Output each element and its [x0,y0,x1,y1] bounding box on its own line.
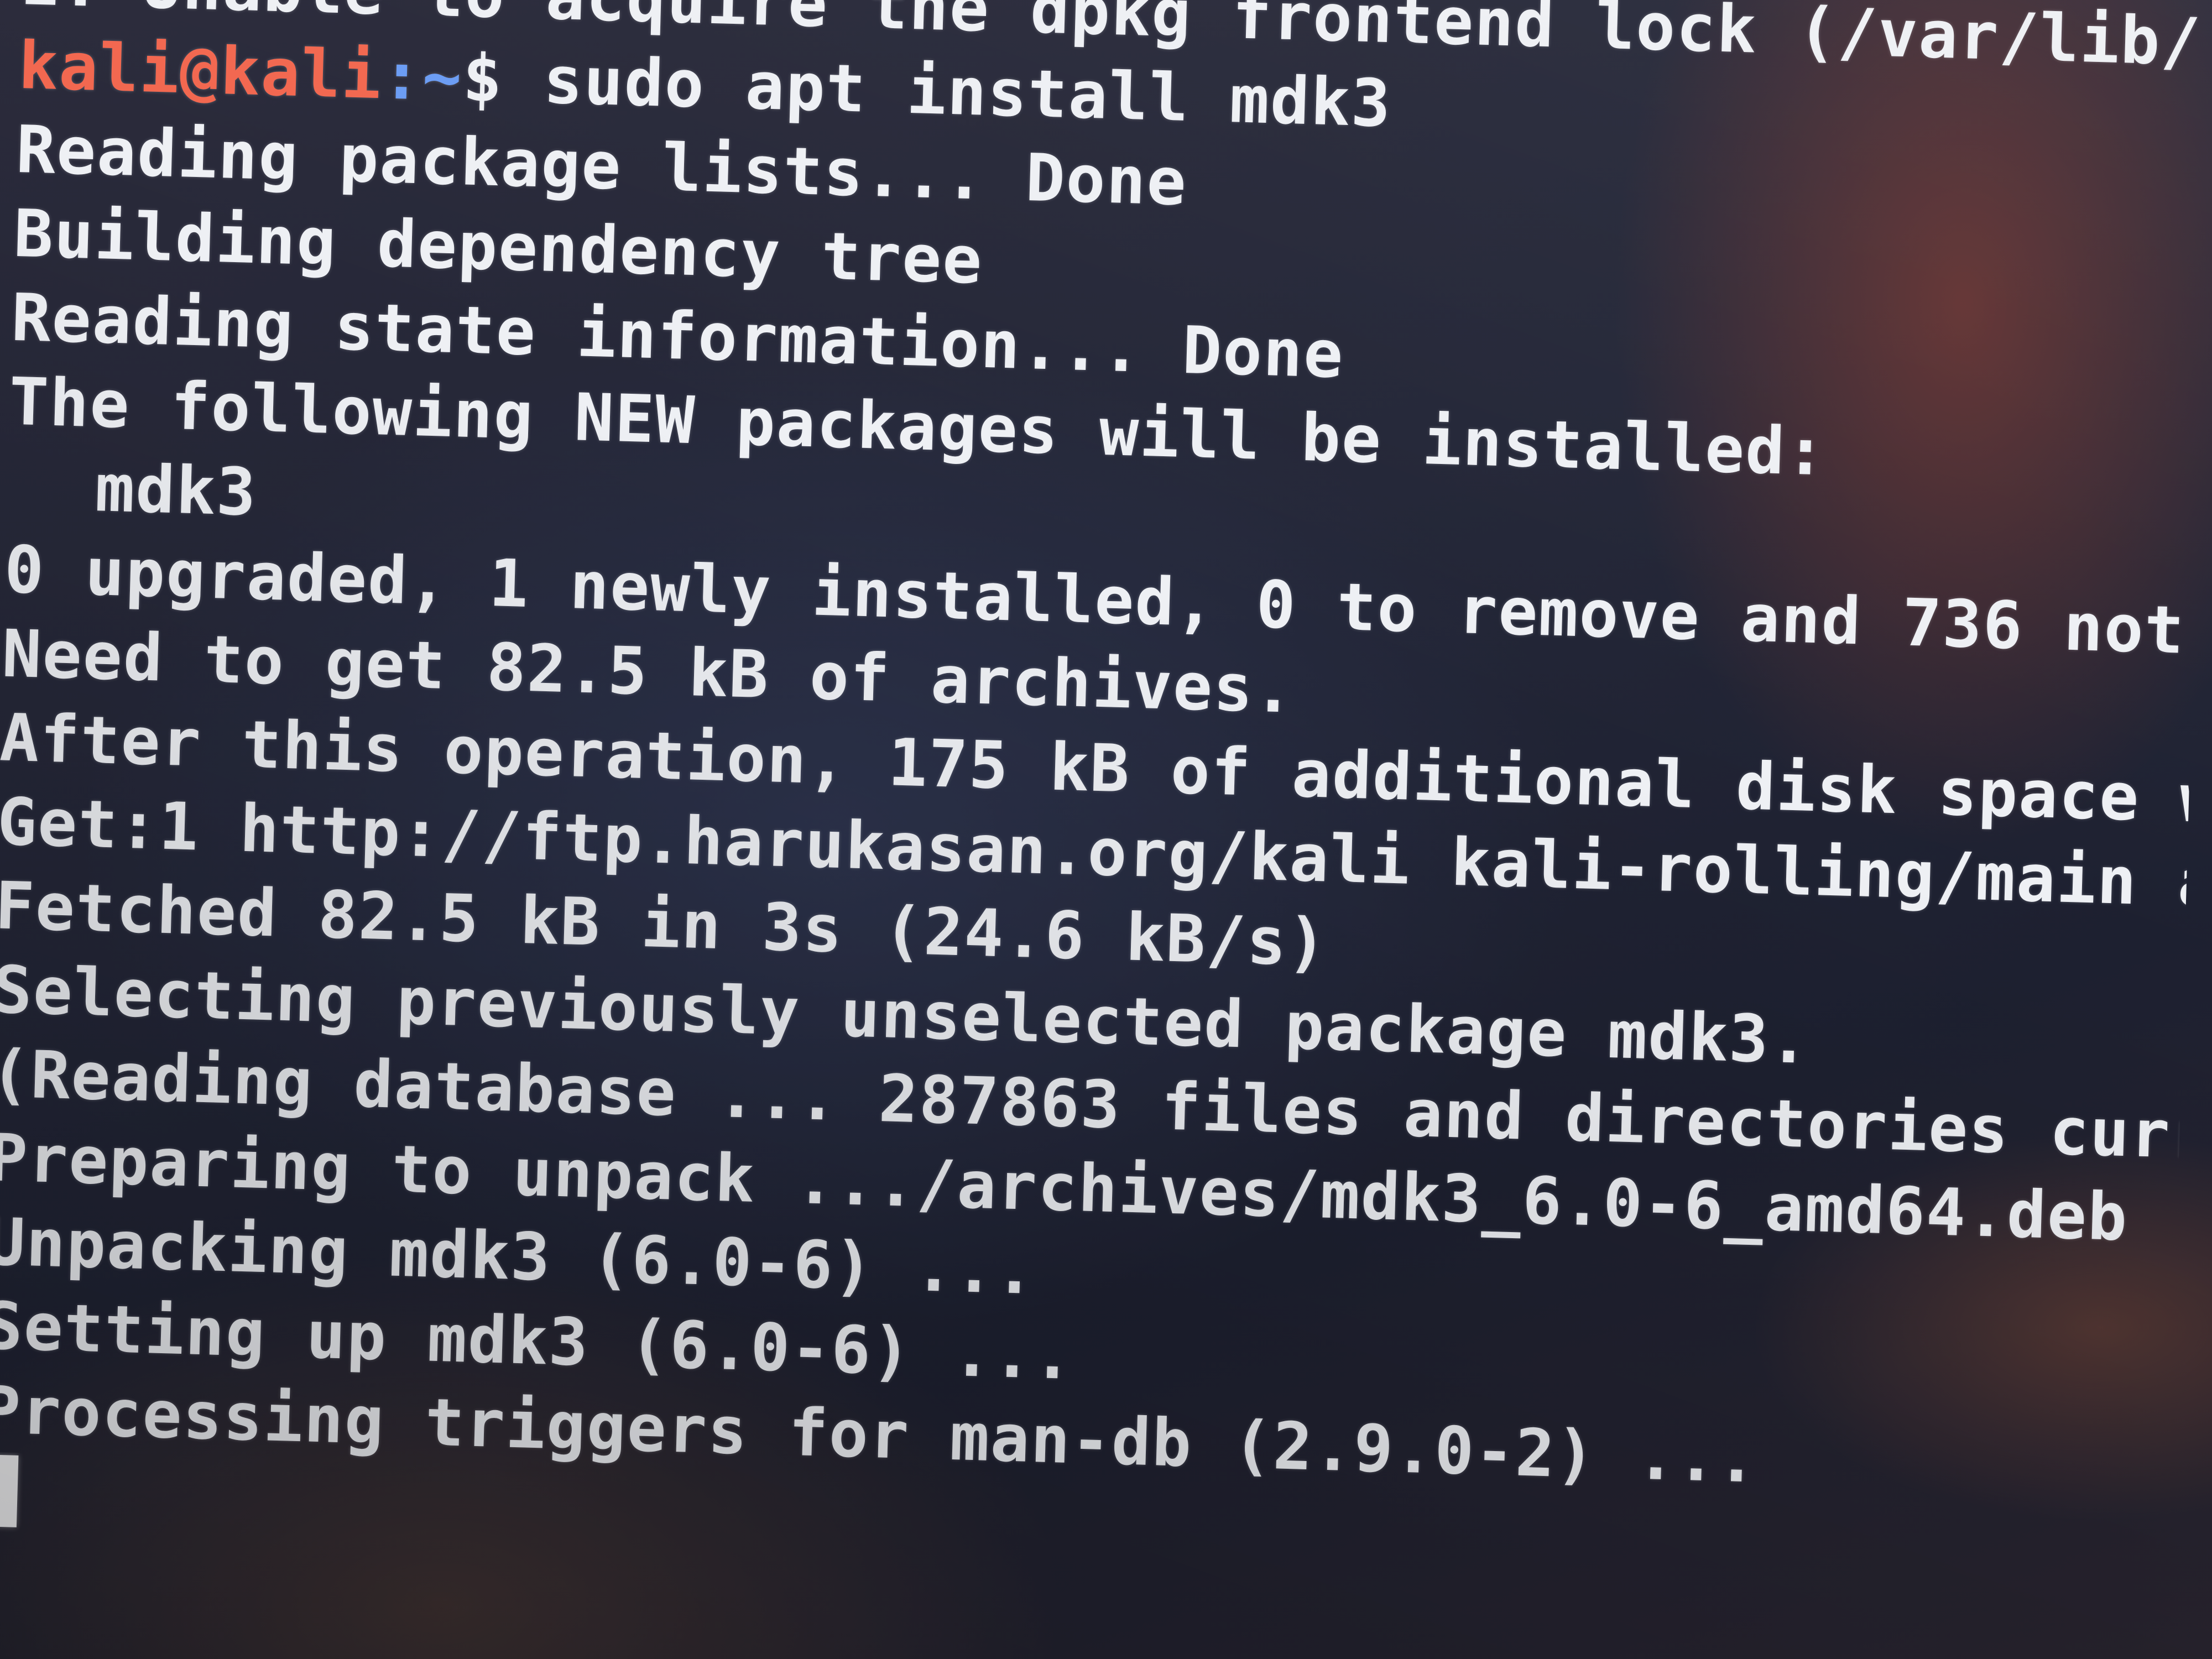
terminal-window[interactable]: E: Unable to acquire the dpkg frontend l… [0,0,2211,1597]
prompt-path: :~ [380,37,464,116]
terminal-cursor[interactable] [0,1454,19,1527]
prompt-symbol: $ [461,39,504,117]
photo-of-screen: E: Unable to acquire the dpkg frontend l… [0,0,2212,1659]
prompt-user-host: kali@kali [17,27,383,114]
